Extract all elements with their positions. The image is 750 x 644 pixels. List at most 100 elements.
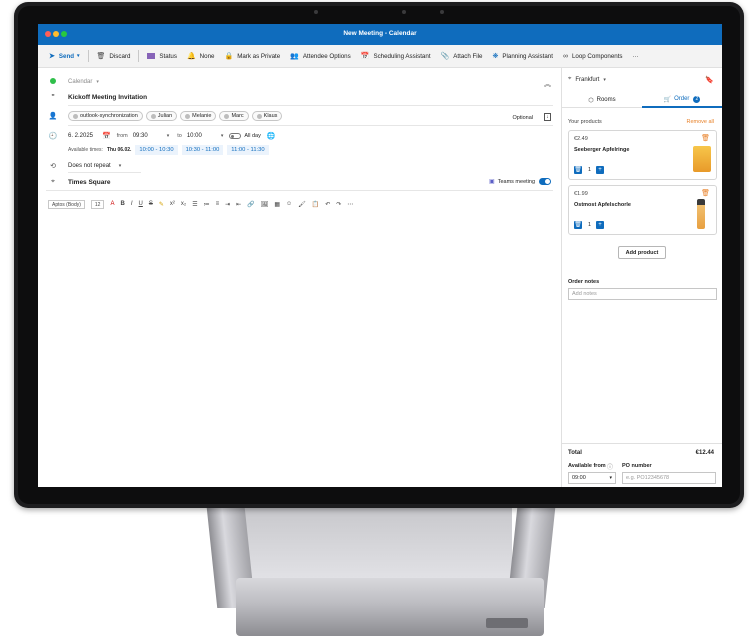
location-input[interactable]: Times Square <box>68 179 111 186</box>
chevron-down-icon[interactable]: ▾ <box>119 163 122 169</box>
available-from-select[interactable]: 09:00 ▾ <box>568 472 616 484</box>
attendee-chip[interactable]: Klaus <box>251 111 283 121</box>
font-family-select[interactable]: Aptos (Body) <box>48 199 85 209</box>
bookmark-icon[interactable]: 🔖 <box>705 76 714 84</box>
reminder-button[interactable]: 🔔 None <box>182 48 220 64</box>
image-icon[interactable]: 🖼 <box>261 201 269 208</box>
loop-components-button[interactable]: ∞ Loop Components <box>558 48 628 64</box>
start-date-field[interactable]: 6. 2.2025 <box>68 133 102 139</box>
bell-icon: 🔔 <box>186 53 196 60</box>
order-footer: Total €12.44 Available from ⓘ PO number … <box>562 443 722 487</box>
available-times-row: Available times: Thu 06.02. 10:00 - 10:3… <box>46 145 553 155</box>
title-bar: New Meeting - Calendar <box>38 24 722 45</box>
quote-icon: " <box>51 94 55 101</box>
paste-icon[interactable]: 📋 <box>312 201 319 208</box>
numbered-list-icon[interactable]: ≔ <box>204 201 210 208</box>
attendee-chip[interactable]: Marc <box>219 111 249 121</box>
product-image <box>693 146 711 172</box>
time-slot-button[interactable]: 10:00 - 10:30 <box>135 145 178 155</box>
bold-icon[interactable]: B <box>120 201 124 207</box>
align-icon[interactable]: ≡ <box>216 201 220 207</box>
teams-icon: ▣ <box>489 179 495 185</box>
location-selector[interactable]: ⌖ Frankfurt ▾ <box>568 76 606 83</box>
repeat-dropdown[interactable]: Does not repeat <box>68 163 111 169</box>
decrease-quantity-button[interactable]: 🗑 <box>574 166 582 174</box>
window-title: New Meeting - Calendar <box>343 30 417 37</box>
product-card: €2.49 🗑 Seeberger Apfelringe 🗑 1 + <box>568 130 717 180</box>
discard-button[interactable]: 🗑 Discard <box>92 48 136 64</box>
quantity-value: 1 <box>588 167 592 173</box>
strikethrough-icon[interactable]: S <box>149 201 153 207</box>
delete-product-icon[interactable]: 🗑 <box>701 189 710 197</box>
attendee-chip[interactable]: outlook-synchronization <box>68 111 143 121</box>
undo-icon[interactable]: ↶ <box>325 201 330 208</box>
indent-icon[interactable]: ⇥ <box>225 201 230 208</box>
tab-order[interactable]: 🛒 Order 2 <box>642 92 722 108</box>
scheduling-assistant-button[interactable]: 📅 Scheduling Assistant <box>356 48 436 64</box>
globe-icon[interactable]: 🌐 <box>267 132 276 140</box>
delete-product-icon[interactable]: 🗑 <box>701 134 710 142</box>
start-time-field[interactable]: 09:30 <box>133 133 167 139</box>
subject-input[interactable]: Kickoff Meeting Invitation <box>68 94 147 101</box>
clock-icon: 🕘 <box>48 133 58 140</box>
attendee-chip[interactable]: Melanie <box>180 111 217 121</box>
lock-icon: 🔒 <box>224 53 234 60</box>
italic-icon[interactable]: I <box>131 201 133 207</box>
teams-meeting-row: ▣ Teams meeting <box>489 178 551 185</box>
date-picker-icon[interactable]: 📅 <box>102 132 111 140</box>
quantity-value: 1 <box>588 222 592 228</box>
po-number-input[interactable]: e.g. PO12345678 <box>622 472 716 484</box>
teams-meeting-toggle[interactable] <box>539 178 551 185</box>
decrease-quantity-button[interactable]: 🗑 <box>574 221 582 229</box>
attendee-chip[interactable]: Julian <box>145 111 178 121</box>
more-options-button[interactable]: ··· <box>628 48 644 64</box>
cart-icon: 🛒 <box>663 96 672 103</box>
chevron-down-icon[interactable]: ▾ <box>221 133 224 139</box>
status-icon <box>147 53 156 59</box>
emoji-icon[interactable]: ☺ <box>286 201 292 207</box>
calendar-icon: 📅 <box>360 53 370 60</box>
subject-row: " Kickoff Meeting Invitation <box>46 94 553 101</box>
send-button[interactable]: ➤ Send ▾ <box>44 48 85 64</box>
subscript-icon[interactable]: x₂ <box>181 201 186 207</box>
outdent-icon[interactable]: ⇤ <box>236 201 241 208</box>
optional-attendees-link[interactable]: Optional <box>513 115 534 121</box>
info-icon[interactable]: ⓘ <box>607 462 613 471</box>
chevron-down-icon[interactable]: ▾ <box>77 53 80 59</box>
time-slot-button[interactable]: 10:30 - 11:00 <box>181 145 224 155</box>
collapse-chevron-icon[interactable]: ︽ <box>544 79 551 89</box>
font-color-icon[interactable]: A <box>110 201 114 207</box>
all-day-toggle[interactable] <box>229 133 242 139</box>
bullet-list-icon[interactable]: ☰ <box>192 201 197 208</box>
chevron-down-icon[interactable]: ▾ <box>167 133 170 139</box>
format-painter-icon[interactable]: 🖌 <box>298 201 306 208</box>
highlight-icon[interactable]: ✎ <box>159 201 164 208</box>
order-notes-input[interactable]: Add notes <box>568 288 717 300</box>
repeat-row: ⟲ Does not repeat ▾ <box>46 162 553 170</box>
underline-icon[interactable]: U <box>139 201 143 207</box>
increase-quantity-button[interactable]: + <box>596 221 604 229</box>
calendar-color-dot <box>46 78 60 86</box>
calendar-selector[interactable]: Calendar ▾ <box>46 78 553 86</box>
more-format-icon[interactable]: ⋯ <box>347 201 353 208</box>
redo-icon[interactable]: ↷ <box>336 201 341 208</box>
formatting-toolbar: Aptos (Body) 12 A B I U S ✎ x² x₂ ☰ ≔ ≡ … <box>48 197 551 211</box>
end-time-field[interactable]: 10:00 <box>187 133 221 139</box>
attendee-options-button[interactable]: 👥 Attendee Options <box>285 48 356 64</box>
time-slot-button[interactable]: 11:00 - 11:30 <box>227 145 269 155</box>
add-product-button[interactable]: Add product <box>618 246 666 259</box>
font-size-select[interactable]: 12 <box>90 199 105 209</box>
camera-dot <box>402 10 406 14</box>
tab-rooms[interactable]: ⬡ Rooms <box>562 92 642 108</box>
table-icon[interactable]: ▦ <box>274 201 280 208</box>
chevron-down-icon: ▾ <box>96 79 99 85</box>
remove-all-button[interactable]: Remove all <box>686 119 714 125</box>
link-icon[interactable]: 🔗 <box>247 201 254 208</box>
increase-quantity-button[interactable]: + <box>596 166 604 174</box>
attach-file-button[interactable]: 📎 Attach File <box>436 48 488 64</box>
address-book-icon[interactable]: ↓ <box>544 113 551 121</box>
planning-assistant-button[interactable]: ❋ Planning Assistant <box>488 48 558 64</box>
mark-private-button[interactable]: 🔒 Mark as Private <box>219 48 285 64</box>
superscript-icon[interactable]: x² <box>170 201 175 207</box>
status-button[interactable]: Status <box>142 48 182 64</box>
